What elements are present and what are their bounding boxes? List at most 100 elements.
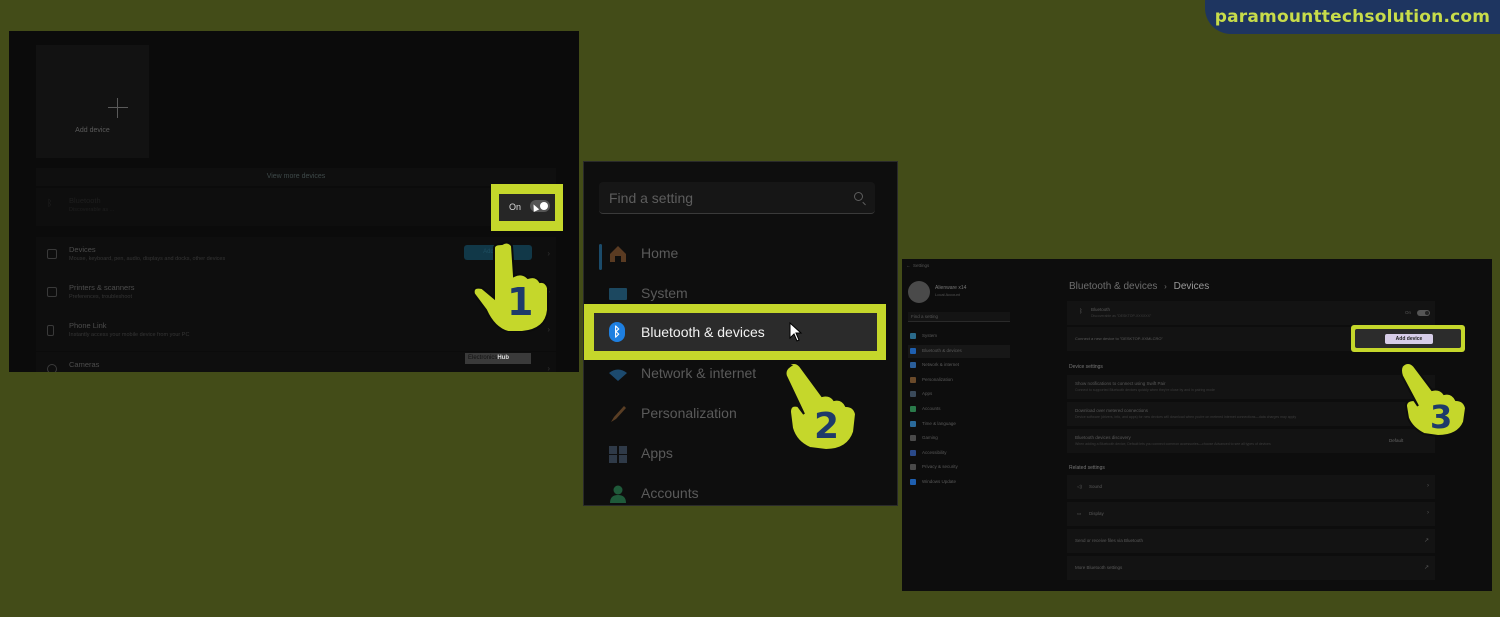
system-icon	[609, 288, 627, 300]
printer-icon	[47, 287, 57, 297]
bluetooth-title: Bluetooth	[69, 196, 101, 205]
nav-item-accounts[interactable]: Accounts	[604, 479, 874, 505]
nav-label: Accounts	[641, 485, 699, 501]
chevron-right-icon: ›	[1427, 510, 1429, 516]
metered-download-setting[interactable]: Download over metered connections Device…	[1067, 402, 1435, 426]
nav-label: System	[641, 285, 688, 301]
nav-icon	[910, 435, 916, 442]
nav-label: Bluetooth & devices	[922, 347, 962, 353]
nav-label: Home	[641, 245, 679, 261]
bluetooth-icon: ᛒ	[47, 198, 53, 208]
active-indicator	[599, 244, 602, 270]
step-number-2: 2	[814, 406, 839, 447]
nav-icon	[910, 449, 916, 456]
search-placeholder: Find a setting	[911, 314, 939, 319]
devices-subtitle: Mouse, keyboard, pen, audio, displays an…	[69, 256, 226, 262]
breadcrumb: Bluetooth & devices › Devices	[1069, 281, 1209, 292]
related-display[interactable]: ▭ Display ›	[1067, 502, 1435, 526]
nav-icon	[910, 420, 916, 427]
network-icon	[609, 369, 627, 381]
find-setting-search[interactable]: Find a setting	[599, 182, 875, 214]
nav-item-apps[interactable]: Apps	[908, 388, 1010, 401]
pointing-hand-icon-step-1: 1	[472, 240, 552, 332]
nav-item-accounts[interactable]: Accounts	[908, 403, 1010, 416]
phone-link-title: Phone Link	[69, 321, 107, 330]
breadcrumb-current: Devices	[1173, 281, 1210, 292]
nav-item-network-internet[interactable]: Network & internet	[908, 359, 1010, 372]
bluetooth-subtitle: Discoverable as ...	[69, 207, 115, 213]
nav-icon	[910, 362, 916, 369]
devices-icon	[47, 249, 57, 259]
phone-link-subtitle: Instantly access your mobile device from…	[69, 332, 190, 338]
nav-item-system[interactable]: System	[908, 330, 1010, 343]
nav-item-time-language[interactable]: Time & language	[908, 418, 1010, 431]
related-send-receive-files[interactable]: Send or receive files via Bluetooth ↗	[1067, 529, 1435, 553]
discovery-dropdown[interactable]: Default	[1389, 438, 1403, 443]
nav-item-bluetooth-devices[interactable]: Bluetooth & devices	[908, 344, 1010, 358]
nav-item-bluetooth-devices[interactable]: ᛒ Bluetooth & devices	[594, 313, 877, 351]
nav-label: Network & internet	[641, 365, 757, 381]
setting-subtitle: When adding a Bluetooth device, Default …	[1075, 442, 1271, 446]
printers-subtitle: Preferences, troubleshoot	[69, 294, 132, 300]
nav-label: Accessibility	[922, 449, 947, 455]
related-label: More Bluetooth settings	[1075, 565, 1123, 570]
related-more-bluetooth[interactable]: More Bluetooth settings ↗	[1067, 556, 1435, 580]
nav-item-privacy-security[interactable]: Privacy & security	[908, 461, 1010, 474]
device-discovery-setting[interactable]: Bluetooth devices discovery When adding …	[1067, 429, 1435, 453]
user-account-type: Local Account	[935, 292, 960, 297]
chevron-right-icon: ›	[1427, 483, 1429, 489]
display-icon: ▭	[1077, 511, 1082, 516]
related-label: Send or receive files via Bluetooth	[1075, 538, 1144, 543]
credit-prefix: Electronics	[468, 355, 498, 361]
nav-item-gaming[interactable]: Gaming	[908, 432, 1010, 445]
nav-label: Network & internet	[922, 362, 960, 368]
bluetooth-icon: ᛒ	[1079, 309, 1083, 315]
nav-label: Accounts	[922, 406, 941, 411]
setting-title: Show notifications to connect using Swif…	[1075, 381, 1166, 386]
swift-pair-setting[interactable]: Show notifications to connect using Swif…	[1067, 375, 1435, 399]
bluetooth-toggle-label: On	[509, 202, 522, 212]
bluetooth-toggle-highlight: On	[491, 184, 563, 231]
nav-icon	[910, 376, 916, 383]
nav-label: Time & language	[922, 420, 956, 426]
related-sound[interactable]: ◁) Sound ›	[1067, 475, 1435, 499]
nav-label: Apps	[922, 391, 933, 397]
step-number-3: 3	[1430, 398, 1452, 436]
bluetooth-toggle[interactable]	[1417, 310, 1430, 316]
step-number-1: 1	[507, 280, 533, 324]
home-icon	[610, 246, 626, 262]
pointing-hand-icon-step-3: 3	[1392, 358, 1476, 438]
window-title: ← Settings	[906, 263, 930, 268]
electronics-hub-credit: ElectronicsHub	[465, 353, 531, 364]
external-link-icon: ↗	[1423, 565, 1429, 571]
add-device-button[interactable]: Add device	[1385, 334, 1433, 344]
devices-title: Devices	[69, 245, 96, 254]
nav-icon	[910, 479, 916, 485]
mouse-cursor-icon	[789, 322, 803, 342]
nav-label: Gaming	[922, 435, 938, 441]
device-settings-heading: Device settings	[1069, 364, 1103, 370]
step2-settings-nav-panel: Find a setting Home System ᛒ Bluetooth &…	[583, 161, 898, 506]
nav-label: Privacy & security	[922, 464, 958, 470]
view-more-devices-link[interactable]: View more devices	[36, 168, 556, 186]
setting-subtitle: Connect to supported Bluetooth devices q…	[1075, 388, 1215, 392]
nav-item-windows-update[interactable]: Windows Update	[908, 476, 1010, 489]
nav-item-personalization[interactable]: Personalization	[908, 374, 1010, 387]
accounts-icon	[610, 485, 626, 503]
brand-watermark: paramounttechsolution.com	[1205, 0, 1500, 34]
nav-icon	[910, 347, 916, 354]
nav-icon	[910, 391, 916, 398]
breadcrumb-parent[interactable]: Bluetooth & devices	[1069, 281, 1157, 292]
credit-suffix: Hub	[497, 355, 510, 361]
find-setting-search[interactable]: Find a setting	[908, 312, 1010, 322]
related-settings-heading: Related settings	[1069, 465, 1105, 471]
sound-icon: ◁)	[1077, 484, 1082, 489]
nav-item-home[interactable]: Home	[604, 239, 874, 269]
nav-label: Personalization	[641, 405, 737, 421]
camera-icon	[47, 364, 57, 372]
nav-item-accessibility[interactable]: Accessibility	[908, 447, 1010, 460]
add-device-tile[interactable]: Add device	[36, 45, 149, 158]
breadcrumb-separator: ›	[1164, 282, 1167, 291]
bluetooth-subtitle: Discoverable as "DESKTOP-XXXXXX"	[1091, 314, 1152, 318]
nav-label: Bluetooth & devices	[641, 324, 765, 340]
